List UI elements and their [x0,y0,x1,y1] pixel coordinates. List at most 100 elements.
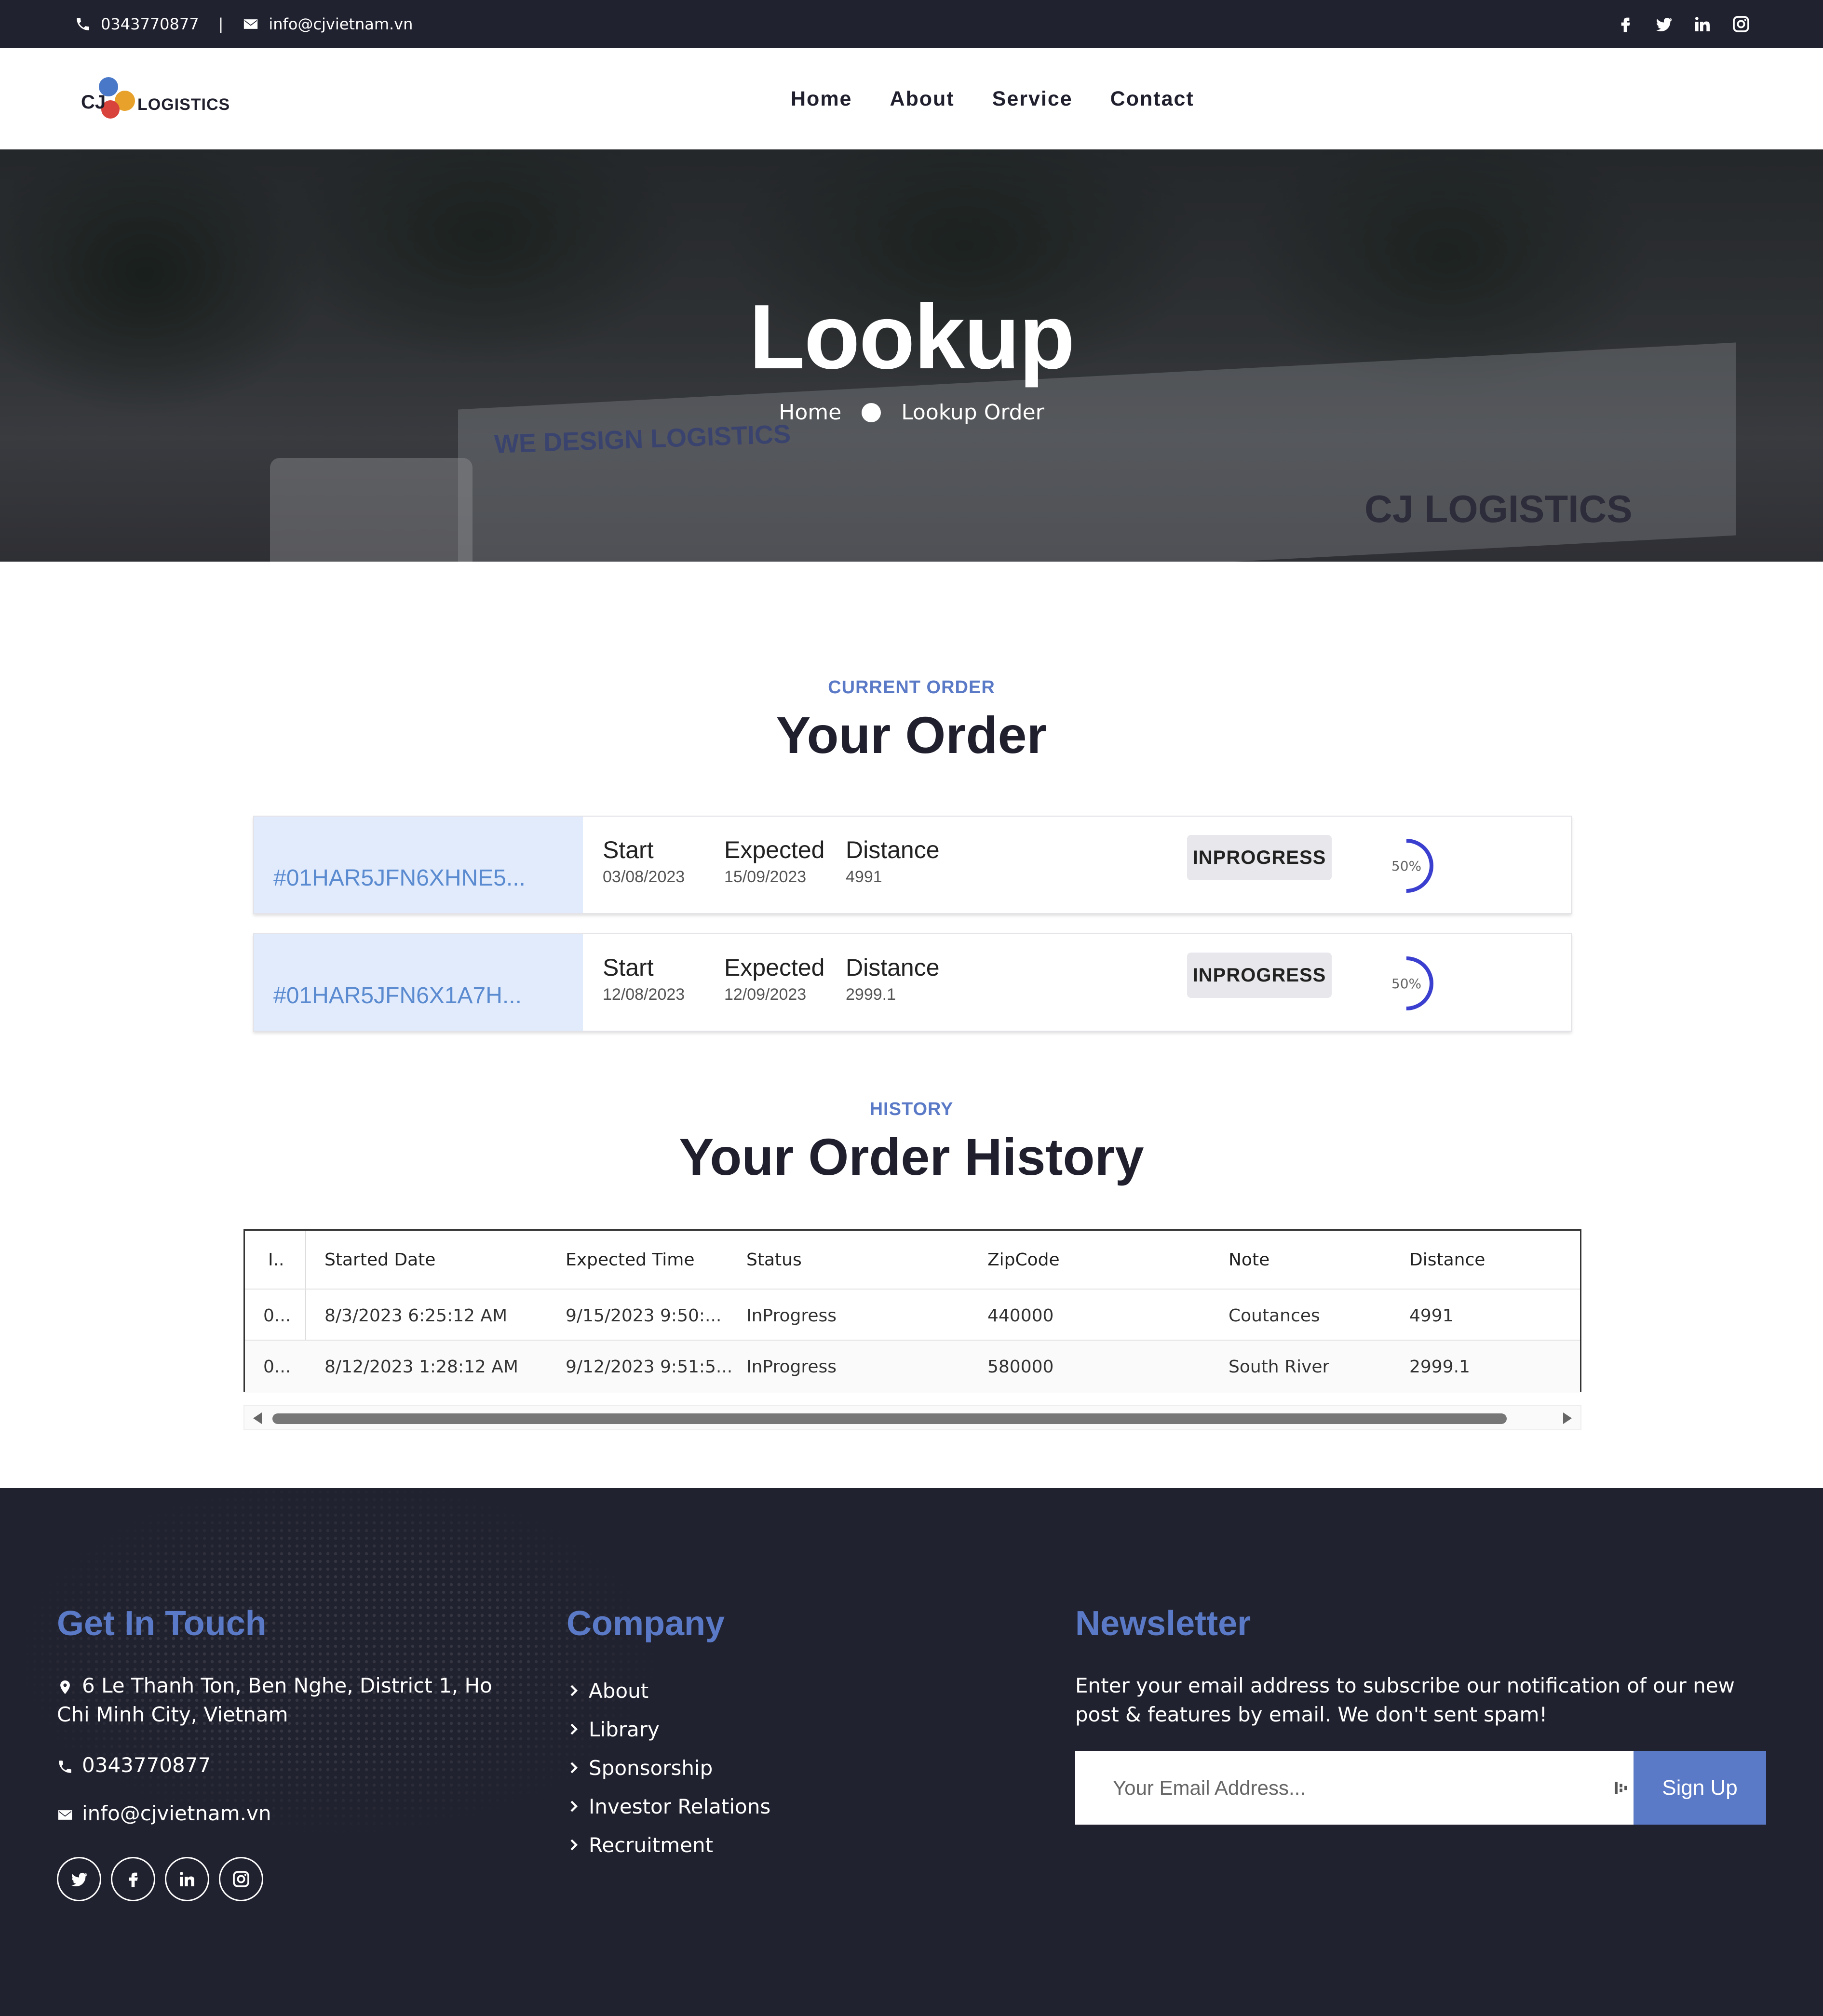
site-header: CJ LOGISTICS Home About Service Contact [0,48,1823,149]
scroll-left-arrow-icon[interactable] [253,1412,262,1424]
scroll-right-arrow-icon[interactable] [1563,1412,1572,1424]
start-label: Start [603,836,654,863]
footer-facebook-link[interactable] [111,1857,155,1901]
nav-service[interactable]: Service [992,87,1073,111]
facebook-icon[interactable] [1616,14,1635,34]
cell-distance: 4991 [1409,1305,1454,1326]
progress-ring: 50% [1377,954,1435,1012]
cell-note: Coutances [1229,1305,1320,1326]
chevron-right-icon [570,1839,578,1851]
table-horizontal-scrollbar[interactable] [243,1405,1581,1430]
progress-label: 50% [1391,858,1422,874]
sign-up-button[interactable]: Sign Up [1634,1751,1766,1825]
chevron-right-icon [570,1723,578,1735]
nav-home[interactable]: Home [791,87,852,111]
footer-twitter-link[interactable] [57,1857,101,1901]
cell-expected-time: 9/12/2023 9:51:5... [566,1357,733,1377]
twitter-icon [71,1872,87,1887]
order-id-box: #01HAR5JFN6XHNE5... [254,817,583,913]
col-header-status[interactable]: Status [746,1231,802,1289]
twitter-icon[interactable] [1654,14,1674,34]
col-header-id[interactable]: I.. [268,1231,284,1289]
newsletter-email-input[interactable] [1075,1751,1634,1825]
order-expected: Expected 15/09/2023 [724,836,824,887]
table-row[interactable]: 0... 8/3/2023 6:25:12 AM 9/15/2023 9:50:… [245,1289,1580,1342]
history-title: Your Order History [679,1128,1144,1186]
chevron-right-icon [570,1762,578,1774]
top-social [1616,0,1751,48]
distance-value: 2999.1 [846,985,896,1004]
instagram-icon[interactable] [1731,14,1751,34]
footer-address: 6 Le Thanh Ton, Ben Nghe, District 1, Ho… [57,1671,515,1729]
cell-distance: 2999.1 [1409,1357,1470,1377]
col-header-expected-time[interactable]: Expected Time [566,1231,695,1289]
site-footer: Get In Touch 6 Le Thanh Ton, Ben Nghe, D… [0,1488,1823,2016]
cell-status: InProgress [746,1357,837,1377]
cell-started-date: 8/12/2023 1:28:12 AM [324,1357,518,1377]
order-history-table: I.. Started Date Expected Time Status Zi… [243,1229,1581,1393]
cell-status: InProgress [746,1305,837,1326]
logo-mark: CJ [81,92,106,113]
breadcrumb-home[interactable]: Home [779,400,841,425]
top-bar: 0343770877 | info@cjvietnam.vn [0,0,1823,48]
order-card[interactable]: #01HAR5JFN6X1A7H... Start 12/08/2023 Exp… [253,933,1572,1032]
table-row[interactable]: 0... 8/12/2023 1:28:12 AM 9/12/2023 9:51… [245,1340,1580,1393]
expected-value: 15/09/2023 [724,868,807,886]
cell-id: 0... [263,1357,291,1377]
footer-linkedin-link[interactable] [165,1857,209,1901]
linkedin-icon[interactable] [1693,14,1712,34]
separator: | [218,15,224,33]
footer-phone-text[interactable]: 0343770877 [82,1753,211,1777]
distance-label: Distance [846,836,940,863]
footer-link-investor-relations[interactable]: Investor Relations [567,1787,770,1826]
footer-email-text[interactable]: info@cjvietnam.vn [82,1801,271,1825]
cj-logistics-logo[interactable]: CJ LOGISTICS [77,72,230,125]
footer-link-recruitment[interactable]: Recruitment [567,1826,770,1864]
phone-icon [59,1760,71,1773]
top-phone[interactable]: 0343770877 [101,15,199,33]
col-header-distance[interactable]: Distance [1409,1231,1485,1289]
start-value: 12/08/2023 [603,985,685,1004]
cell-zipcode: 440000 [987,1305,1054,1326]
cell-id: 0... [263,1305,291,1326]
expected-label: Expected [724,954,825,981]
cell-started-date: 8/3/2023 6:25:12 AM [324,1305,508,1326]
order-distance: Distance 2999.1 [846,954,940,1004]
cell-expected-time: 9/15/2023 9:50:... [566,1305,722,1326]
history-kicker: HISTORY [869,1099,954,1119]
table-header-row: I.. Started Date Expected Time Status Zi… [245,1231,1580,1289]
footer-email: info@cjvietnam.vn [57,1799,271,1828]
col-header-zipcode[interactable]: ZipCode [987,1231,1060,1289]
order-card[interactable]: #01HAR5JFN6XHNE5... Start 03/08/2023 Exp… [253,816,1572,914]
footer-company-links: About Library Sponsorship Investor Relat… [567,1671,770,1864]
order-id[interactable]: #01HAR5JFN6X1A7H... [273,982,522,1009]
footer-get-in-touch-title: Get In Touch [57,1604,267,1643]
main-nav: Home About Service Contact [791,48,1194,149]
logo-word: LOGISTICS [137,95,230,114]
footer-instagram-link[interactable] [219,1857,263,1901]
distance-value: 4991 [846,868,882,886]
expected-value: 12/09/2023 [724,985,807,1004]
footer-link-label: Sponsorship [589,1756,713,1780]
linkedin-icon [180,1872,194,1886]
footer-link-library[interactable]: Library [567,1710,770,1748]
facebook-icon [129,1872,138,1887]
start-label: Start [603,954,654,981]
footer-link-sponsorship[interactable]: Sponsorship [567,1748,770,1787]
top-email[interactable]: info@cjvietnam.vn [269,15,413,33]
nav-contact[interactable]: Contact [1110,87,1194,111]
footer-link-about[interactable]: About [567,1671,770,1710]
breadcrumb-separator-dot [862,403,881,422]
col-header-started-date[interactable]: Started Date [324,1231,435,1289]
order-id[interactable]: #01HAR5JFN6XHNE5... [273,865,526,891]
nav-about[interactable]: About [890,87,954,111]
envelope-icon [244,19,258,29]
password-manager-icon[interactable] [1613,1779,1629,1797]
distance-label: Distance [846,954,940,981]
newsletter-form: Sign Up [1075,1751,1766,1825]
expected-label: Expected [724,836,825,863]
scrollbar-thumb[interactable] [272,1413,1507,1424]
current-order-kicker: CURRENT ORDER [828,677,995,698]
col-header-note[interactable]: Note [1229,1231,1269,1289]
current-order-title: Your Order [776,706,1047,764]
